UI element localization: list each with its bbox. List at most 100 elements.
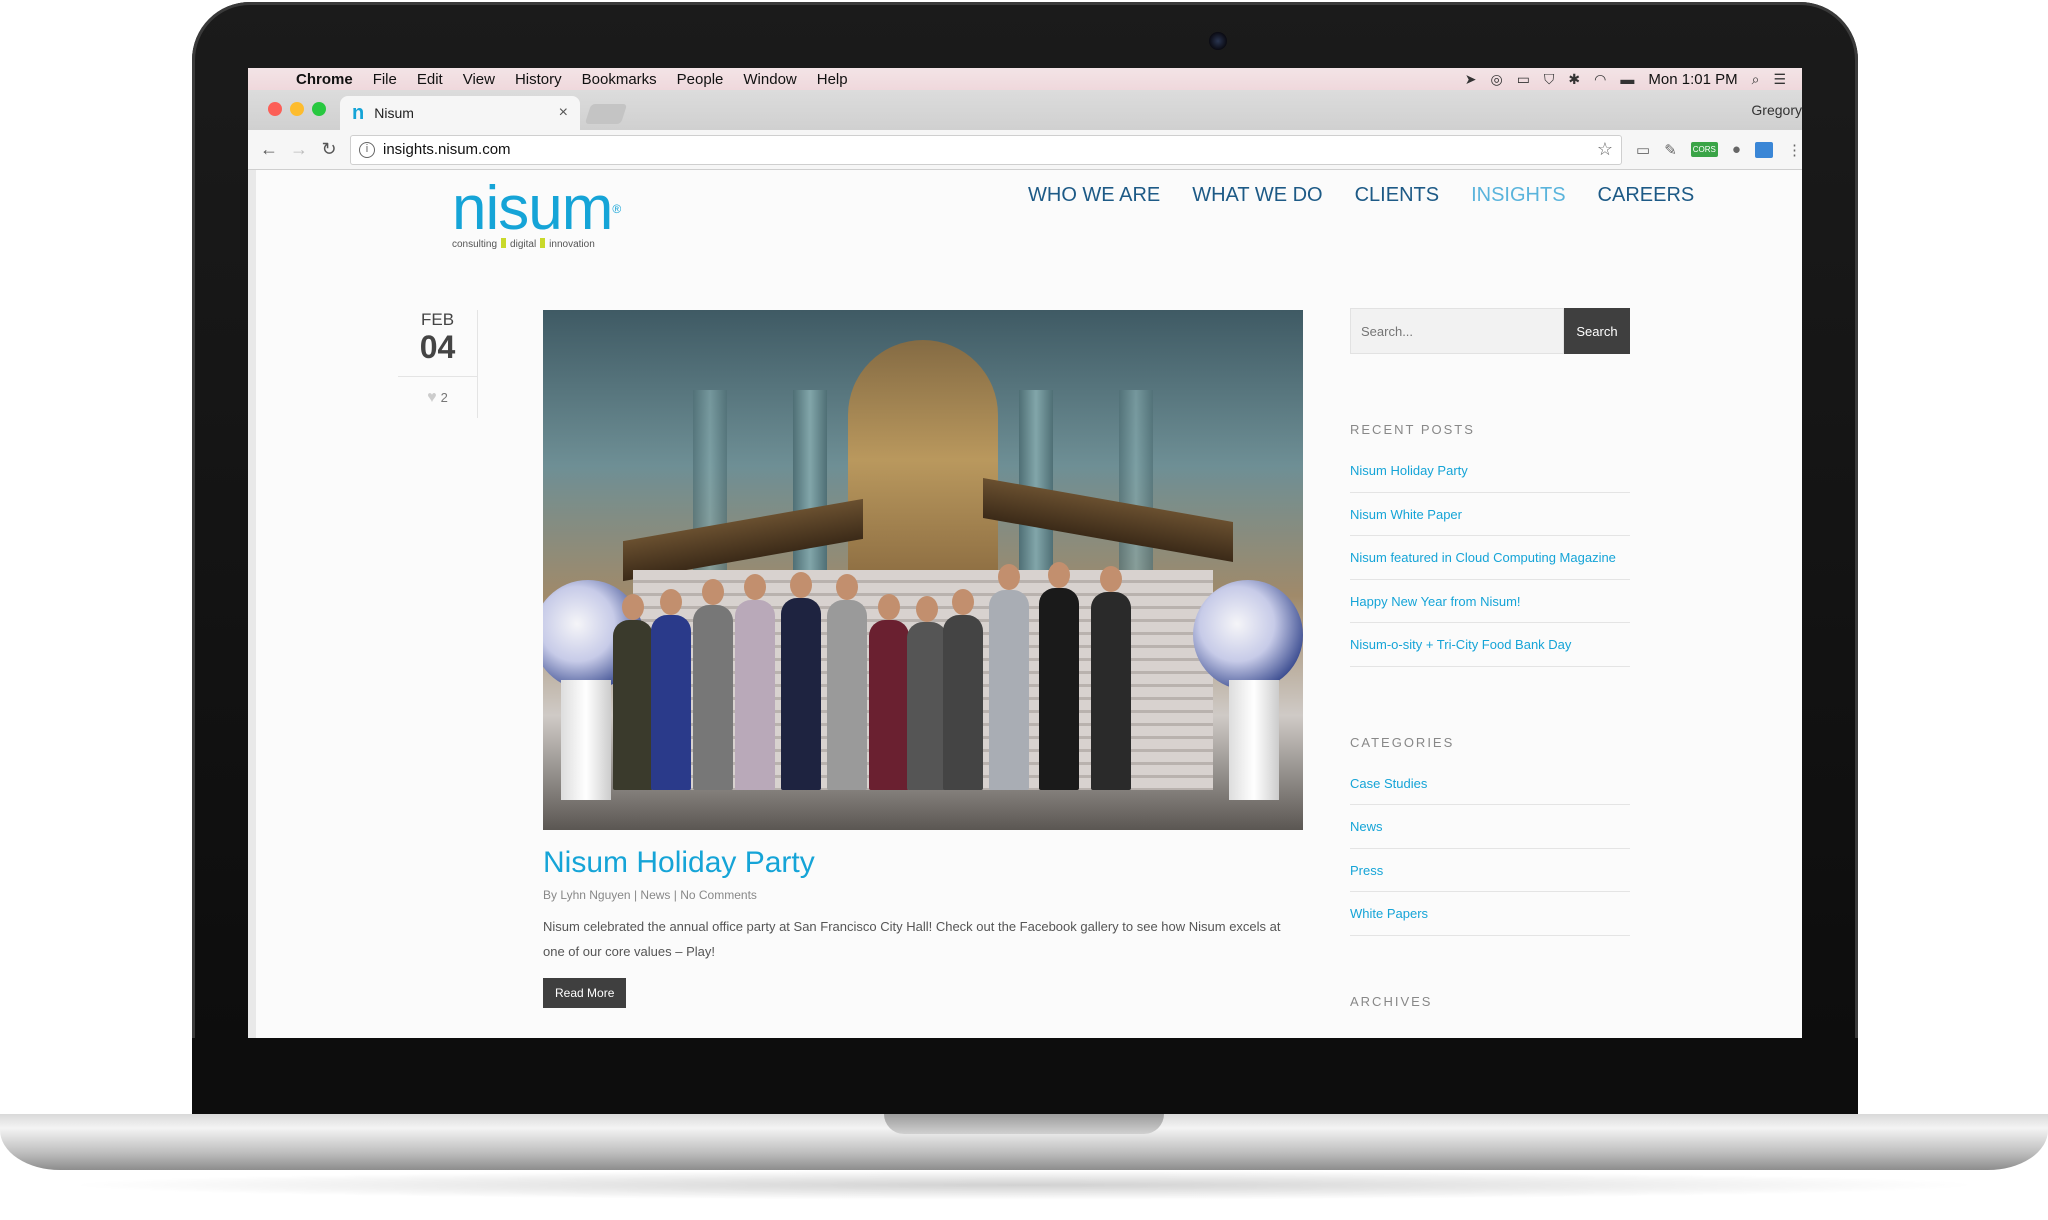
nav-careers[interactable]: CAREERS xyxy=(1598,184,1695,207)
archives-title: ARCHIVES xyxy=(1350,993,1433,1009)
tab-nisum[interactable]: n Nisum × xyxy=(340,96,580,130)
window-extension-icon[interactable] xyxy=(1754,141,1773,158)
post-excerpt: Nisum celebrated the annual office party… xyxy=(543,919,1281,959)
recent-post-item[interactable]: Nisum-o-sity + Tri-City Food Bank Day xyxy=(1350,623,1630,667)
extensions-area: ▭ ✎ CORS ● ⋮ xyxy=(1636,141,1802,159)
search-button[interactable]: Search xyxy=(1564,308,1630,354)
wifi-icon[interactable]: ◠ xyxy=(1594,71,1606,88)
browser-toolbar: ← → ↻ i insights.nisum.com ☆ ▭ ✎ CORS ● … xyxy=(248,130,1802,170)
notification-center-icon[interactable]: ☰ xyxy=(1773,71,1786,88)
category-item[interactable]: Case Studies xyxy=(1350,762,1630,805)
nisum-logo[interactable]: nisum® consulting digital innovation xyxy=(452,178,621,251)
categories-list: Case Studies News Press White Papers xyxy=(1350,762,1630,936)
minimize-window-button[interactable] xyxy=(290,102,304,116)
reload-icon[interactable]: ↻ xyxy=(314,139,344,160)
close-window-button[interactable] xyxy=(268,102,282,116)
menu-file[interactable]: File xyxy=(363,71,407,88)
menu-people[interactable]: People xyxy=(667,71,734,88)
display-icon[interactable]: ▭ xyxy=(1517,71,1530,88)
menu-history[interactable]: History xyxy=(505,71,572,88)
battery-icon[interactable]: ▬ xyxy=(1620,71,1634,87)
page-edge xyxy=(248,170,256,1038)
post-author[interactable]: By Lyhn Nguyen xyxy=(543,888,631,902)
nav-who-we-are[interactable]: WHO WE ARE xyxy=(1028,184,1160,207)
menu-chrome[interactable]: Chrome xyxy=(286,71,363,88)
logo-registered-mark: ® xyxy=(612,202,621,216)
logo-wordmark: nisum® xyxy=(452,178,621,240)
url-text[interactable]: insights.nisum.com xyxy=(383,141,511,158)
logo-tag-digital: digital xyxy=(510,239,537,250)
post-likes[interactable]: ♥ 2 xyxy=(398,389,477,407)
tab-strip: n Nisum × Gregory xyxy=(248,90,1802,130)
menu-bookmarks[interactable]: Bookmarks xyxy=(572,71,667,88)
post-comments[interactable]: No Comments xyxy=(680,888,757,902)
location-icon[interactable]: ➤ xyxy=(1465,71,1477,88)
address-bar[interactable]: i insights.nisum.com ☆ xyxy=(350,134,1622,165)
recent-posts-list: Nisum Holiday Party Nisum White Paper Ni… xyxy=(1350,449,1630,667)
menu-view[interactable]: View xyxy=(453,71,505,88)
post-title[interactable]: Nisum Holiday Party xyxy=(543,846,815,880)
post-day: 04 xyxy=(419,329,456,365)
logo-word: nisum xyxy=(452,174,613,243)
post-month: FEB xyxy=(420,310,455,329)
search-input[interactable] xyxy=(1350,308,1564,354)
heart-icon[interactable]: ♥ xyxy=(427,389,437,406)
laptop-shadow xyxy=(60,1170,1988,1200)
forward-arrow-icon[interactable]: → xyxy=(284,139,314,160)
post-category[interactable]: News xyxy=(640,888,670,902)
category-item[interactable]: Press xyxy=(1350,849,1630,892)
close-tab-icon[interactable]: × xyxy=(559,104,568,122)
menu-window[interactable]: Window xyxy=(733,71,806,88)
menu-edit[interactable]: Edit xyxy=(407,71,453,88)
menubar-clock[interactable]: Mon 1:01 PM xyxy=(1648,71,1737,88)
mac-menubar: Chrome File Edit View History Bookmarks … xyxy=(248,68,1802,90)
logo-tag-consulting: consulting xyxy=(452,239,498,250)
laptop-mockup: Chrome File Edit View History Bookmarks … xyxy=(0,0,2048,1220)
profile-name[interactable]: Gregory xyxy=(1751,102,1802,118)
nav-insights[interactable]: INSIGHTS xyxy=(1471,184,1565,207)
menubar-status-area: ➤ ◎ ▭ ⛉ ✱ ◠ ▬ Mon 1:01 PM ⌕ ☰ xyxy=(1465,71,1802,88)
post-featured-image[interactable] xyxy=(543,310,1303,830)
creative-cloud-icon[interactable]: ◎ xyxy=(1490,71,1502,88)
nav-clients[interactable]: CLIENTS xyxy=(1355,184,1439,207)
likes-count: 2 xyxy=(440,390,448,405)
site-info-icon[interactable]: i xyxy=(359,141,375,158)
sidebar-search: Search xyxy=(1350,308,1630,354)
eyedropper-icon[interactable]: ✎ xyxy=(1664,141,1677,159)
recent-post-item[interactable]: Nisum Holiday Party xyxy=(1350,449,1630,493)
laptop-notch xyxy=(884,1114,1164,1134)
nav-what-we-do[interactable]: WHAT WE DO xyxy=(1192,184,1322,207)
nisum-favicon-icon: n xyxy=(352,101,365,124)
logo-tag-innovation: innovation xyxy=(549,239,595,250)
recent-post-item[interactable]: Nisum White Paper xyxy=(1350,493,1630,536)
web-page: nisum® consulting digital innovation WHO W… xyxy=(248,170,1802,1038)
laptop-bezel-bottom xyxy=(192,1038,1858,1114)
category-item[interactable]: White Papers xyxy=(1350,892,1630,936)
cors-extension-icon[interactable]: CORS xyxy=(1690,142,1718,157)
recent-post-item[interactable]: Nisum featured in Cloud Computing Magazi… xyxy=(1350,536,1630,580)
read-more-button[interactable]: Read More xyxy=(543,978,627,1008)
zoom-window-button[interactable] xyxy=(312,102,326,116)
chrome-menu-icon[interactable]: ⋮ xyxy=(1787,141,1802,159)
camera-icon xyxy=(1209,32,1227,50)
new-tab-button[interactable] xyxy=(584,104,628,124)
cast-icon[interactable]: ▭ xyxy=(1636,141,1650,159)
shield-icon[interactable]: ⛉ xyxy=(1544,71,1555,88)
laptop-screen: Chrome File Edit View History Bookmarks … xyxy=(248,68,1802,1038)
spotlight-search-icon[interactable]: ⌕ xyxy=(1752,71,1760,88)
window-controls xyxy=(268,102,326,116)
recent-posts-title: RECENT POSTS xyxy=(1350,422,1475,437)
main-navigation: WHO WE ARE WHAT WE DO CLIENTS INSIGHTS C… xyxy=(1028,184,1694,207)
category-item[interactable]: News xyxy=(1350,805,1630,849)
post-date: FEB 04 ♥ 2 xyxy=(398,310,478,418)
categories-title: CATEGORIES xyxy=(1350,734,1455,750)
tab-title: Nisum xyxy=(374,105,414,121)
ghost-extension-icon[interactable]: ● xyxy=(1732,141,1741,158)
back-arrow-icon[interactable]: ← xyxy=(254,139,284,160)
bluetooth-icon[interactable]: ✱ xyxy=(1568,71,1580,88)
post-meta: By Lyhn Nguyen | News | No Comments xyxy=(543,888,757,902)
sidebar: Search RECENT POSTS Nisum Holiday Party … xyxy=(1350,308,1630,1021)
menu-help[interactable]: Help xyxy=(807,71,858,88)
recent-post-item[interactable]: Happy New Year from Nisum! xyxy=(1350,580,1630,623)
bookmark-star-icon[interactable]: ☆ xyxy=(1597,139,1613,160)
